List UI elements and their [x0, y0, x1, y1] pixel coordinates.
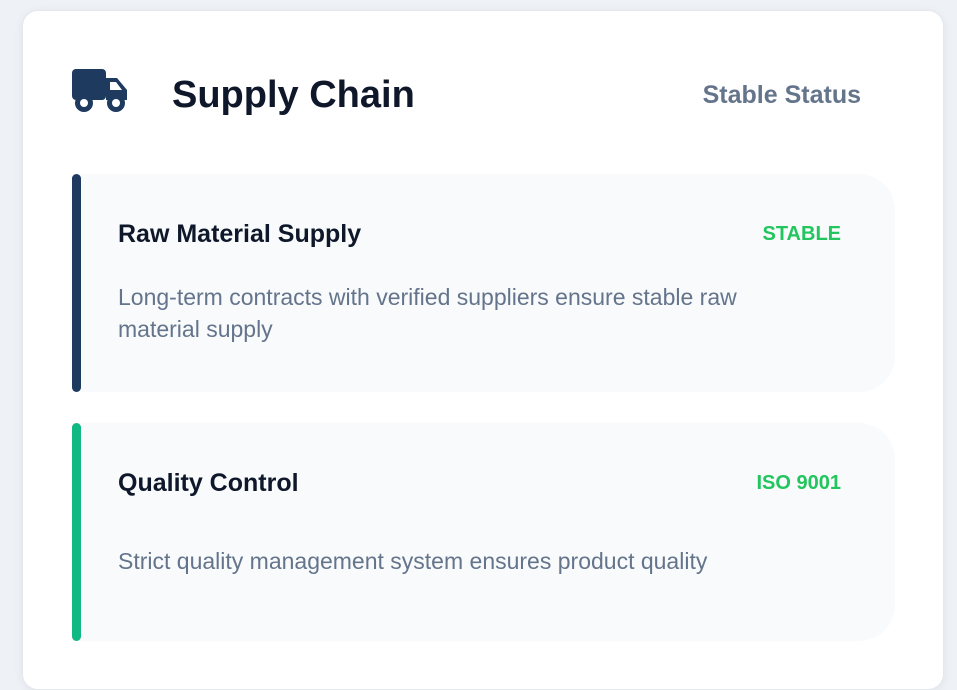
supply-chain-card: Supply Chain Stable Status Raw Material …	[22, 10, 944, 690]
item-description: Long-term contracts with verified suppli…	[118, 284, 737, 342]
status-label: Stable Status	[702, 81, 861, 109]
item-description: Strict quality management system ensures…	[118, 548, 708, 574]
card-title: Supply Chain	[172, 74, 415, 116]
item-title: Quality Control	[118, 469, 299, 497]
item-title: Raw Material Supply	[118, 220, 362, 248]
status-badge: STABLE	[762, 223, 841, 245]
list-item-raw-material-supply: Raw Material Supply STABLE Long-term con…	[72, 174, 895, 392]
accent-bar	[72, 174, 81, 392]
accent-bar	[72, 423, 81, 641]
certification-badge: ISO 9001	[756, 472, 841, 494]
truck-icon	[72, 69, 127, 112]
list-item-quality-control: Quality Control ISO 9001 Strict quality …	[72, 423, 895, 641]
card-header: Supply Chain Stable Status	[23, 11, 943, 181]
